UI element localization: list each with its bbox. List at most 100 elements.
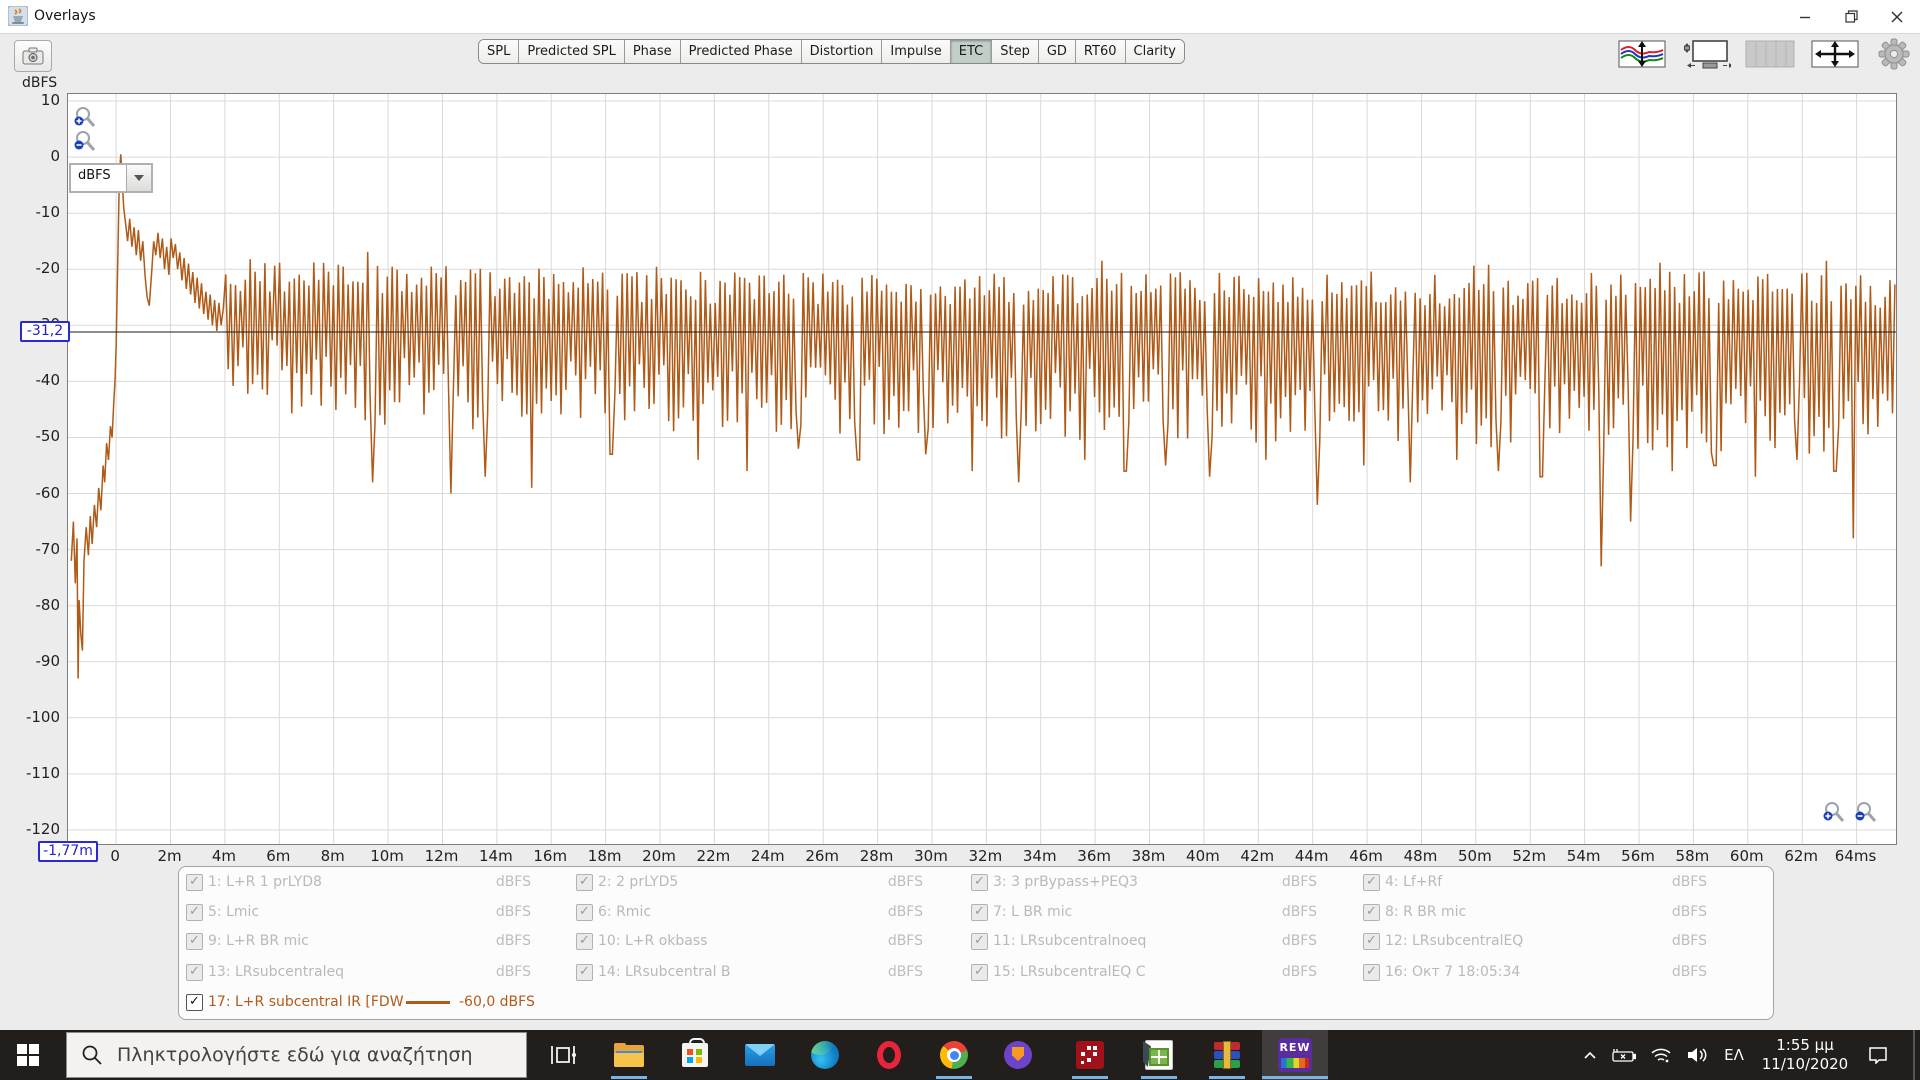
- red-grid-app-icon[interactable]: [1066, 1030, 1114, 1080]
- tab-step[interactable]: Step: [992, 40, 1039, 63]
- tab-distortion[interactable]: Distortion: [801, 40, 883, 63]
- x-tick-label: 2m: [157, 847, 182, 865]
- thumbnails-panel-icon[interactable]: [1682, 39, 1732, 69]
- x-tick-label: 16m: [533, 847, 568, 865]
- legend-entry: ✓ 16: Окт 7 18:05:34 dBFS: [179, 958, 1773, 986]
- taskbar-search-input[interactable]: Πληκτρολογήστε εδώ για αναζήτηση: [66, 1032, 527, 1078]
- edge-icon[interactable]: [801, 1030, 849, 1080]
- zoom-out-x-button[interactable]: [1852, 801, 1878, 825]
- overlays-legend-panel: ✓ 1: L+R 1 prLYD8 dBFS ✓ 2: 2 prLYD5 dBFS ✓ 3: …: [178, 866, 1774, 1020]
- settings-gear-icon[interactable]: [1872, 38, 1916, 70]
- zoom-in-y-button[interactable]: [71, 106, 97, 130]
- secure-browser-icon[interactable]: [994, 1030, 1042, 1080]
- legend-value: dBFS: [1671, 904, 1707, 920]
- active-indicator: [1262, 1076, 1328, 1079]
- y-axis-unit-combo[interactable]: dBFS: [69, 163, 153, 193]
- tray-date: 11/10/2020: [1761, 1055, 1849, 1073]
- task-view-icon[interactable]: [539, 1030, 587, 1080]
- file-explorer-icon[interactable]: [605, 1030, 653, 1080]
- etc-chart: [68, 94, 1896, 844]
- start-button[interactable]: [0, 1030, 56, 1080]
- legend-checkbox[interactable]: ✓: [1363, 933, 1380, 950]
- mail-icon[interactable]: [736, 1030, 784, 1080]
- x-tick-label: 46m: [1349, 847, 1383, 865]
- minimize-button[interactable]: [1782, 0, 1828, 33]
- cursor-level-readout: -31,2: [20, 321, 70, 342]
- libreoffice-calc-icon[interactable]: [1135, 1030, 1183, 1080]
- action-center-icon[interactable]: [1858, 1030, 1898, 1080]
- overlay-traces-icon[interactable]: [1617, 39, 1667, 69]
- x-tick-label: 58m: [1675, 847, 1710, 865]
- x-tick-label: 60m: [1729, 847, 1764, 865]
- tab-spl[interactable]: SPL: [479, 40, 520, 63]
- restore-button[interactable]: [1828, 0, 1874, 33]
- legend-entry: ✓ 4: Lf+Rf dBFS: [179, 868, 1773, 896]
- y-tick-label: -10: [35, 203, 61, 222]
- axis-left-readout: -1,77m: [38, 841, 98, 862]
- legend-checkbox[interactable]: ✓: [1363, 964, 1380, 981]
- opera-icon[interactable]: [865, 1030, 913, 1080]
- y-tick-label: -100: [25, 707, 60, 726]
- rew-icon[interactable]: REW: [1271, 1030, 1319, 1080]
- legend-checkbox[interactable]: ✓: [186, 994, 203, 1011]
- legend-value: dBFS: [1671, 874, 1707, 890]
- close-button[interactable]: [1874, 0, 1920, 33]
- x-tick-label: 30m: [914, 847, 948, 865]
- x-tick-label: 22m: [696, 847, 731, 865]
- legend-entry: ✓ 8: R BR mic dBFS: [179, 898, 1773, 926]
- battery-icon[interactable]: [1608, 1030, 1640, 1080]
- x-tick-label: 24m: [750, 847, 785, 865]
- x-tick-label: 20m: [642, 847, 676, 865]
- clock[interactable]: 1:55 μμ 11/10/2020: [1755, 1030, 1855, 1080]
- wifi-icon[interactable]: [1644, 1030, 1678, 1080]
- y-tick-label: -40: [35, 371, 61, 390]
- legend-value: dBFS: [1671, 964, 1707, 980]
- tab-impulse[interactable]: Impulse: [882, 40, 951, 63]
- x-tick-label: 0: [110, 847, 120, 865]
- language-indicator[interactable]: ΕΛ: [1716, 1030, 1752, 1080]
- x-tick-label: 50m: [1457, 847, 1492, 865]
- values-panel-icon[interactable]: [1745, 39, 1795, 69]
- x-tick-label: 36m: [1077, 847, 1111, 865]
- tab-gd[interactable]: GD: [1038, 40, 1076, 63]
- y-tick-label: -20: [35, 259, 61, 278]
- chrome-icon[interactable]: [930, 1030, 978, 1080]
- app-window-icon: [8, 6, 28, 26]
- capture-graph-button[interactable]: [14, 40, 52, 72]
- tab-rt60[interactable]: RT60: [1075, 40, 1126, 63]
- show-desktop-button[interactable]: [1913, 1030, 1915, 1080]
- legend-label: 8: R BR mic: [1385, 904, 1467, 920]
- winrar-icon[interactable]: [1203, 1030, 1251, 1080]
- window-title: Overlays: [34, 8, 96, 24]
- x-tick-label: 52m: [1512, 847, 1547, 865]
- x-tick-label: 54m: [1566, 847, 1601, 865]
- volume-icon[interactable]: [1680, 1030, 1716, 1080]
- x-tick-label: 56m: [1621, 847, 1655, 865]
- pan-icon[interactable]: [1810, 39, 1860, 69]
- tab-clarity[interactable]: Clarity: [1125, 40, 1184, 63]
- x-tick-label: 12m: [424, 847, 459, 865]
- tray-time: 1:55 μμ: [1776, 1036, 1834, 1054]
- etc-plot-area[interactable]: dBFS: [67, 93, 1897, 845]
- tray-chevron-up-icon[interactable]: [1576, 1030, 1604, 1080]
- zoom-in-x-button[interactable]: [1820, 801, 1846, 825]
- x-tick-label: 18m: [587, 847, 622, 865]
- x-tick-label: 6m: [266, 847, 291, 865]
- x-tick-label: 4m: [211, 847, 236, 865]
- y-tick-label: -120: [25, 820, 60, 838]
- y-tick-label: -50: [35, 427, 61, 446]
- y-tick-label: -70: [35, 539, 61, 558]
- combo-dropdown-button[interactable]: [126, 165, 151, 191]
- x-tick-label: 8m: [320, 847, 345, 865]
- tab-predicted-phase[interactable]: Predicted Phase: [680, 40, 802, 63]
- tab-etc[interactable]: ETC: [950, 40, 993, 63]
- x-tick-label: 10m: [370, 847, 404, 865]
- tab-predicted-spl[interactable]: Predicted SPL: [519, 40, 625, 63]
- zoom-out-y-button[interactable]: [71, 130, 97, 154]
- microsoft-store-icon[interactable]: [671, 1030, 719, 1080]
- x-tick-label: 44m: [1294, 847, 1329, 865]
- legend-checkbox[interactable]: ✓: [1363, 874, 1380, 891]
- title-bar: Overlays: [0, 0, 1920, 34]
- tab-phase[interactable]: Phase: [624, 40, 681, 63]
- legend-checkbox[interactable]: ✓: [1363, 904, 1380, 921]
